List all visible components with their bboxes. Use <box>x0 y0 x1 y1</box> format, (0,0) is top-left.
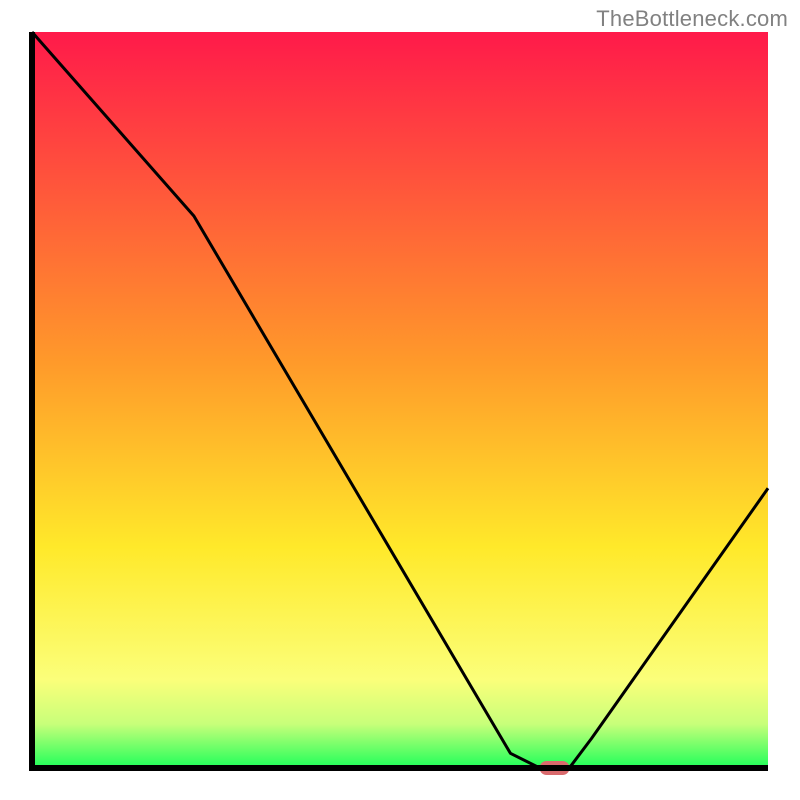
bottleneck-chart <box>0 0 800 800</box>
chart-background <box>32 32 768 768</box>
chart-container: TheBottleneck.com <box>0 0 800 800</box>
